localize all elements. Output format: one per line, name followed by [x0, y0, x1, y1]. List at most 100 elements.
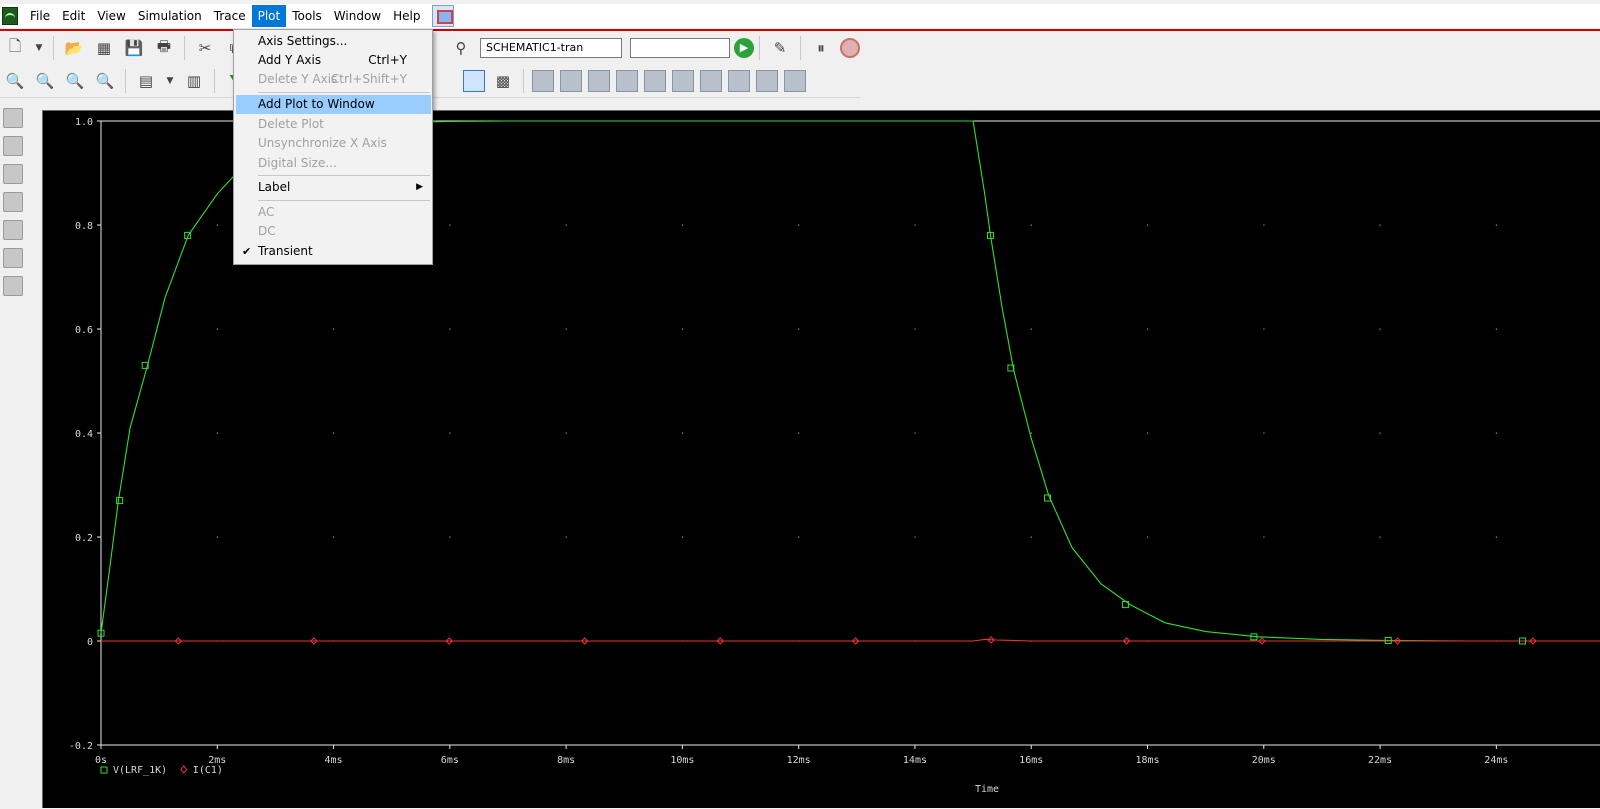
pause-icon[interactable]: ⏸ — [808, 35, 834, 61]
grid-dot — [914, 432, 916, 434]
y-tick-label: 1.0 — [75, 117, 93, 128]
edit-trace-icon[interactable] — [3, 248, 23, 268]
bias-icon[interactable]: ⚲ — [448, 35, 474, 61]
grid-dot — [1379, 328, 1381, 330]
menu-trace[interactable]: Trace — [208, 5, 252, 27]
legend-marker-diamond — [180, 765, 188, 774]
simulation-profile-field[interactable]: SCHEMATIC1-tran — [480, 38, 622, 58]
grid-dot — [1379, 536, 1381, 538]
grid-dot — [1379, 432, 1381, 434]
grid-dot — [1495, 432, 1498, 434]
grid-dot — [1147, 224, 1149, 226]
simulation-status-field[interactable] — [630, 38, 730, 58]
x-tick-label: 16ms — [1019, 755, 1043, 766]
x-tick-label: 24ms — [1484, 755, 1508, 766]
log-x-icon[interactable]: ▤ — [133, 68, 159, 94]
menu-separator — [258, 92, 430, 93]
cursor-slope-icon[interactable] — [588, 69, 610, 92]
grid-dot — [681, 432, 684, 434]
y-tick-label: 0.8 — [75, 221, 93, 232]
waveform-icon[interactable] — [3, 192, 23, 212]
grid-dot — [1495, 328, 1498, 330]
cursor-peak-icon[interactable] — [532, 69, 554, 92]
cursor-max-icon[interactable] — [644, 69, 666, 92]
cursor-min-icon[interactable] — [616, 69, 638, 92]
grid-dot — [565, 224, 567, 226]
menu-file[interactable]: File — [24, 5, 56, 27]
grid-dot — [449, 328, 451, 330]
zoom-area-icon[interactable]: 🔍 — [62, 68, 88, 94]
grid-dot — [216, 536, 218, 538]
run-icon[interactable]: ▶ — [734, 38, 754, 58]
fourier-icon[interactable]: ▥ — [181, 68, 207, 94]
mark-data-points-icon[interactable]: ▩ — [490, 68, 516, 94]
app-logo-icon — [2, 7, 18, 25]
menu-edit[interactable]: Edit — [56, 5, 91, 27]
grid-dot — [449, 536, 451, 538]
menu-view[interactable]: View — [91, 5, 131, 27]
grid-dot — [333, 328, 335, 330]
grid-dot — [1263, 536, 1265, 538]
menu-item-delete-y-axis: Delete Y Axis Ctrl+Shift+Y — [258, 72, 407, 86]
x-tick-label: 18ms — [1135, 755, 1159, 766]
grid-dot — [681, 224, 684, 226]
toolbar-separator — [800, 36, 801, 60]
pointer-icon[interactable] — [463, 69, 485, 92]
toolbar-separator — [184, 36, 185, 60]
legend-entry: V(LRF_1K) — [113, 765, 167, 776]
menu-tools[interactable]: Tools — [286, 5, 328, 27]
print-icon[interactable]: 🖶 — [151, 35, 177, 61]
menu-item-add-plot-to-window[interactable]: Add Plot to Window — [236, 95, 431, 114]
new-file-icon[interactable]: 🗋 — [2, 35, 28, 61]
cursor-trough-icon[interactable] — [560, 69, 582, 92]
grid-dot — [1147, 432, 1149, 434]
y-tick-label: -0.2 — [69, 741, 93, 752]
grid-dot — [565, 328, 567, 330]
menu-item-transient[interactable]: ✔ Transient — [236, 242, 431, 261]
y-tick-label: 0.2 — [75, 533, 93, 544]
cut-icon[interactable]: ✂ — [192, 35, 218, 61]
simulation-settings-icon[interactable]: ✎ — [767, 35, 793, 61]
menu-item-ac: AC — [258, 205, 275, 219]
checkmark-icon: ✔ — [242, 245, 252, 258]
grid-dot — [681, 328, 684, 330]
cursor-point-icon[interactable] — [672, 69, 694, 92]
chevron-down-icon[interactable]: ▼ — [163, 68, 177, 94]
chevron-down-icon[interactable]: ▼ — [32, 35, 46, 61]
menu-simulation[interactable]: Simulation — [132, 5, 208, 27]
legend-entry: I(C1) — [193, 765, 223, 776]
x-tick-label: 6ms — [441, 755, 459, 766]
grid-dot — [1030, 328, 1032, 330]
zoom-fit-icon[interactable]: 🔍 — [92, 68, 118, 94]
output-file-icon[interactable] — [3, 164, 23, 184]
open-folder-icon[interactable]: 📂 — [61, 35, 87, 61]
x-tick-label: 8ms — [557, 755, 575, 766]
menu-item-digital-size: Digital Size... — [258, 156, 337, 170]
menu-plot[interactable]: Plot — [251, 5, 287, 27]
menu-window[interactable]: Window — [328, 5, 387, 27]
grid-dot — [333, 432, 335, 434]
menu-item-axis-settings[interactable]: Axis Settings... — [236, 32, 431, 51]
menu-bar: File Edit View Simulation Trace Plot Too… — [0, 4, 1600, 28]
menu-item-label[interactable]: Label ▶ — [236, 178, 431, 197]
grid-dot — [216, 328, 218, 330]
zoom-in-icon[interactable]: 🔍 — [2, 68, 28, 94]
menu-help[interactable]: Help — [387, 5, 426, 27]
mark-label-icon[interactable] — [784, 69, 806, 92]
notes-icon[interactable] — [3, 136, 23, 156]
chat-icon[interactable] — [3, 108, 23, 128]
zoom-out-icon[interactable]: 🔍 — [32, 68, 58, 94]
left-tool-strip — [0, 100, 26, 808]
measure-icon[interactable] — [3, 276, 23, 296]
cursor-search-icon[interactable] — [700, 69, 722, 92]
grid-dot — [1495, 536, 1498, 538]
open-profile-icon[interactable]: ▦ — [91, 35, 117, 61]
save-icon[interactable]: 💾 — [121, 35, 147, 61]
window-arrange-icon[interactable] — [432, 5, 455, 27]
menu-item-add-y-axis[interactable]: Add Y Axis Ctrl+Y — [236, 51, 431, 70]
cursor-prev-transition-icon[interactable] — [756, 69, 778, 92]
stop-icon[interactable] — [840, 38, 860, 58]
cursor-next-transition-icon[interactable] — [728, 69, 750, 92]
add-trace-icon[interactable] — [3, 220, 23, 240]
x-tick-label: 10ms — [670, 755, 694, 766]
